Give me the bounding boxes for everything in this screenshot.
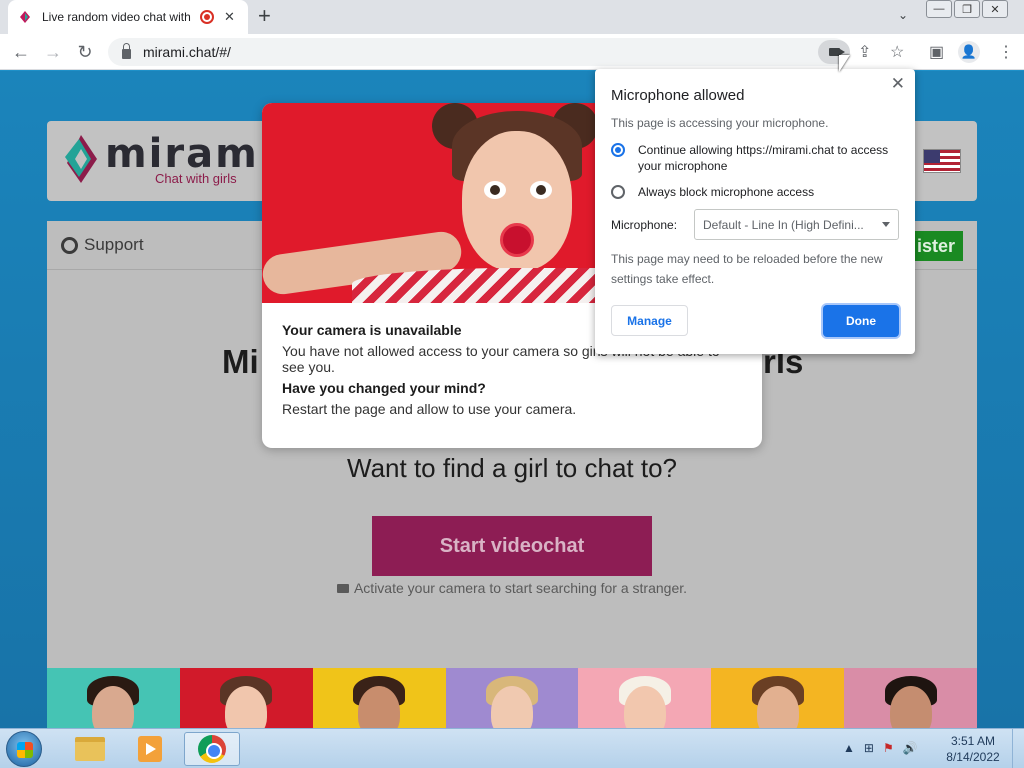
media-player-icon	[138, 736, 162, 762]
profile-avatar-icon[interactable]: 👤	[958, 41, 980, 63]
girl-thumbnail[interactable]	[844, 668, 978, 728]
microphone-permission-bubble: Microphone allowed ✕ This page is access…	[595, 69, 915, 354]
windows-taskbar: ▲ ⊞ ⚑ 🔊 3:51 AM 8/14/2022	[0, 728, 1024, 768]
support-link[interactable]: Support	[61, 235, 144, 255]
clock-time: 3:51 AM	[950, 734, 996, 748]
start-videochat-button[interactable]: Start videochat	[372, 516, 652, 576]
taskbar-chrome[interactable]	[184, 732, 240, 766]
tab-title: Live random video chat with	[42, 10, 191, 24]
address-bar[interactable]: mirami.chat/#/	[108, 38, 848, 66]
start-button[interactable]	[6, 731, 42, 767]
forward-button[interactable]: →	[42, 41, 64, 63]
action-center-flag-icon[interactable]: ⚑	[883, 741, 894, 755]
mouse-cursor-icon	[839, 55, 850, 72]
reload-button[interactable]: ↻	[74, 41, 96, 63]
side-panel-icon[interactable]: ▣	[929, 42, 944, 62]
restore-button[interactable]: ❐	[954, 0, 980, 18]
camera-icon	[336, 584, 349, 593]
microphone-select-value: Default - Line In (High Defini...	[703, 217, 864, 232]
reload-note: This page may need to be reloaded before…	[611, 252, 883, 286]
show-desktop-button[interactable]	[1012, 729, 1024, 768]
changed-mind-heading: Have you changed your mind?	[282, 380, 486, 396]
system-clock[interactable]: 3:51 AM 8/14/2022	[940, 733, 1006, 765]
folder-icon	[75, 737, 105, 761]
us-flag-language-icon[interactable]	[923, 149, 961, 173]
block-radio[interactable]	[611, 185, 625, 199]
lock-icon[interactable]	[122, 42, 131, 59]
back-button[interactable]: ←	[10, 41, 32, 63]
taskbar-explorer[interactable]	[62, 732, 118, 766]
new-tab-button[interactable]: +	[258, 5, 271, 27]
girl-thumbnail[interactable]	[312, 668, 446, 728]
dropdown-caret-icon	[882, 222, 890, 227]
tab-close-button[interactable]: ✕	[224, 9, 235, 25]
allow-option-label[interactable]: Continue allowing https://mirami.chat to…	[638, 142, 901, 174]
close-window-button[interactable]: ✕	[982, 0, 1008, 18]
permission-subtitle: This page is accessing your microphone.	[611, 116, 829, 130]
hero-subtitle: Want to find a girl to chat to?	[347, 453, 677, 483]
done-button[interactable]: Done	[823, 305, 899, 337]
minimize-button[interactable]: —	[926, 0, 952, 18]
tab-strip: Live random video chat with ✕ + ⌄ — ❐ ✕	[0, 0, 1024, 34]
girl-thumbnail[interactable]	[179, 668, 313, 728]
thumbnail-face	[623, 686, 666, 728]
system-tray: ▲ ⊞ ⚑ 🔊	[843, 741, 918, 755]
support-label: Support	[84, 235, 144, 254]
photo-eye-right	[530, 181, 552, 199]
girl-thumbnail[interactable]	[711, 668, 845, 728]
girl-thumbnail[interactable]	[578, 668, 712, 728]
girl-thumbnail[interactable]	[47, 668, 180, 728]
girl-thumbnail[interactable]	[445, 668, 579, 728]
recording-indicator-icon	[200, 10, 214, 24]
close-icon[interactable]: ✕	[891, 74, 905, 94]
allow-radio[interactable]	[611, 143, 625, 157]
browser-toolbar: ← → ↻ mirami.chat/#/ ⇪ ☆ ▣ 👤 ⋮	[0, 34, 1024, 70]
tab-search-chevron-icon[interactable]: ⌄	[898, 8, 908, 22]
thumbnail-face	[889, 686, 932, 728]
url-text[interactable]: mirami.chat/#/	[143, 44, 231, 60]
microphone-select[interactable]: Default - Line In (High Defini...	[694, 209, 899, 240]
window-controls: — ❐ ✕	[926, 0, 1010, 18]
chrome-menu-icon[interactable]: ⋮	[998, 42, 1014, 62]
share-icon[interactable]: ⇪	[858, 42, 871, 62]
block-option-label[interactable]: Always block microphone access	[638, 184, 814, 200]
activate-camera-hint: Activate your camera to start searching …	[47, 580, 977, 596]
girl-thumbnails	[47, 668, 978, 728]
restart-instruction: Restart the page and allow to use your c…	[282, 401, 577, 417]
bookmark-star-icon[interactable]: ☆	[890, 42, 904, 62]
taskbar-media-player[interactable]	[122, 732, 178, 766]
volume-icon[interactable]: 🔊	[903, 741, 918, 755]
allow-option[interactable]: Continue allowing https://mirami.chat to…	[611, 142, 901, 174]
network-icon[interactable]: ⊞	[864, 741, 874, 755]
browser-tab[interactable]: Live random video chat with ✕	[8, 0, 248, 34]
activate-hint-text: Activate your camera to start searching …	[353, 580, 688, 596]
mirami-favicon-icon	[20, 11, 30, 23]
photo-mouth	[500, 223, 534, 257]
site-tagline: Chat with girls	[155, 171, 237, 186]
block-option[interactable]: Always block microphone access	[611, 184, 814, 200]
manage-button[interactable]: Manage	[611, 305, 688, 336]
tray-expand-icon[interactable]: ▲	[843, 741, 855, 755]
lifebuoy-icon	[61, 236, 78, 254]
hero-title-left: Mi	[222, 343, 259, 380]
chrome-icon	[198, 735, 226, 763]
camera-icon	[828, 48, 845, 56]
microphone-label: Microphone:	[611, 218, 678, 232]
permission-title: Microphone allowed	[611, 87, 745, 104]
clock-date: 8/14/2022	[946, 750, 1000, 764]
photo-eye-left	[484, 181, 506, 199]
mirami-logo-icon[interactable]	[61, 133, 101, 185]
thumbnail-face	[756, 686, 799, 728]
